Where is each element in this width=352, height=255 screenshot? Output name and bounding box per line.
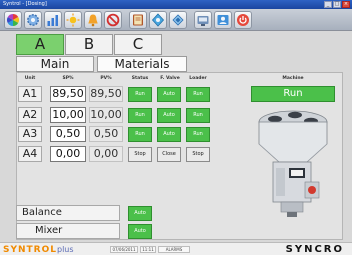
row-a1-loader-button[interactable]: Run (186, 87, 210, 102)
gear-icon (27, 13, 39, 26)
row-a3-unit: A3 (18, 126, 42, 142)
power-icon (237, 13, 249, 26)
machine-icon (197, 15, 209, 26)
footer-date: 07/06/2011 (110, 246, 138, 253)
col-header-unit: Unit (24, 76, 36, 81)
row-a3-status-button[interactable]: Run (128, 127, 152, 142)
settings-button[interactable] (24, 10, 42, 29)
window-title-bar: Syntrol - [Dosing] _ □ × (0, 0, 352, 9)
syntrol-logo: SYNTROLplus (3, 244, 74, 255)
row-a2-unit: A2 (18, 107, 42, 123)
syncro-logo: SYNCRO (285, 244, 344, 255)
balance-label: Balance (16, 205, 120, 221)
balance-mode-button[interactable]: Auto (128, 206, 152, 221)
row-a4-fvalve-button[interactable]: Close (157, 147, 181, 162)
row-a1-status-button[interactable]: Run (128, 87, 152, 102)
tab-a[interactable]: A (16, 34, 64, 55)
row-a4-unit: A4 (18, 146, 42, 162)
pump-icon (151, 12, 165, 27)
power-button[interactable] (234, 10, 252, 29)
row-a4-sp-input[interactable]: 0,00 (50, 146, 86, 162)
recipe-book-button[interactable] (129, 10, 147, 29)
mixer-label: Mixer (16, 223, 120, 239)
status-footer: SYNTROLplus 07/06/2011 11:11 ALARMS SYNC… (0, 242, 352, 255)
window-controls: _ □ × (324, 1, 350, 8)
chart-button[interactable] (44, 10, 62, 29)
network-icon (172, 13, 184, 26)
row-a4-status-button[interactable]: Stop (128, 147, 152, 162)
sun-button[interactable] (64, 10, 82, 29)
syntrol-logo-suffix: plus (57, 245, 74, 254)
row-a1-sp-input[interactable]: 89,50 (50, 86, 86, 102)
row-a4-loader-button[interactable]: Stop (186, 147, 210, 162)
row-a2-sp-input[interactable]: 10,00 (50, 107, 86, 123)
col-header-loader: Loader (189, 76, 207, 81)
row-a1-pv-value: 89,50 (89, 86, 123, 102)
row-a3-pv-value: 0,50 (89, 126, 123, 142)
mixer-mode-button[interactable]: Auto (128, 224, 152, 239)
chart-icon (47, 14, 58, 26)
stop-sign-icon (106, 13, 120, 26)
pump-button[interactable] (149, 10, 167, 29)
row-a2-fvalve-button[interactable]: Auto (157, 108, 181, 123)
unit-group-tabs: A B C (16, 34, 162, 55)
tab-main[interactable]: Main (16, 56, 94, 72)
col-header-sp: SP% (62, 76, 74, 81)
row-a1-fvalve-button[interactable]: Auto (157, 87, 181, 102)
col-header-pv: PV% (100, 76, 112, 81)
minimize-button[interactable]: _ (324, 1, 332, 8)
row-a1-unit: A1 (18, 86, 42, 102)
row-a4-pv-value: 0,00 (89, 146, 123, 162)
user-button[interactable] (214, 10, 232, 29)
row-a2-status-button[interactable]: Run (128, 108, 152, 123)
user-icon (217, 14, 229, 25)
row-a3-sp-input[interactable]: 0,50 (50, 126, 86, 142)
book-icon (133, 14, 143, 25)
col-header-machine: Machine (282, 76, 304, 81)
network-button[interactable] (169, 10, 187, 29)
row-a3-fvalve-button[interactable]: Auto (157, 127, 181, 142)
tab-materials[interactable]: Materials (97, 56, 187, 72)
view-tabs: Main Materials (16, 56, 187, 72)
dosing-machine-illustration (258, 110, 328, 217)
sun-icon (66, 13, 80, 26)
alarm-bell-icon (88, 14, 98, 26)
col-header-status: Status (131, 76, 149, 81)
syntrol-logo-text: SYNTROL (3, 245, 57, 255)
window-title: Syntrol - [Dosing] (3, 1, 47, 7)
row-a2-pv-value: 10,00 (89, 107, 123, 123)
footer-time: 11:11 (140, 246, 156, 253)
toolbar (0, 9, 352, 31)
color-wheel-icon (6, 13, 20, 26)
row-a2-loader-button[interactable]: Run (186, 108, 210, 123)
machine-button[interactable] (194, 10, 212, 29)
close-button[interactable]: × (342, 1, 350, 8)
row-a3-loader-button[interactable]: Run (186, 127, 210, 142)
stop-button[interactable] (104, 10, 122, 29)
tab-b[interactable]: B (65, 34, 113, 55)
footer-alarms-indicator[interactable]: ALARMS (158, 246, 190, 253)
color-wheel-button[interactable] (4, 10, 22, 29)
tab-c[interactable]: C (114, 34, 162, 55)
col-header-fvalve: F. Valve (160, 76, 180, 81)
alarm-button[interactable] (84, 10, 102, 29)
machine-status-button[interactable]: Run (251, 86, 335, 102)
maximize-button[interactable]: □ (333, 1, 341, 8)
